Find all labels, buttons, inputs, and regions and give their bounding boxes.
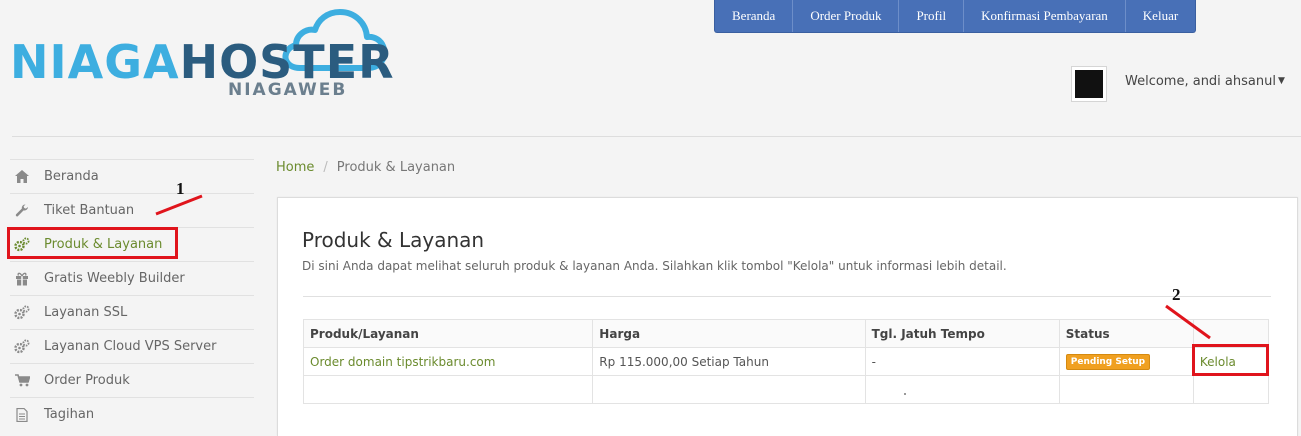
sidebar-item-label: Beranda <box>44 169 99 184</box>
header-divider <box>12 136 1301 137</box>
topnav-order-produk[interactable]: Order Produk <box>793 0 900 32</box>
price-cell: Rp 115.000,00 Setiap Tahun <box>592 347 866 376</box>
breadcrumb-separator: / <box>323 160 328 175</box>
welcome-text[interactable]: Welcome, andi ahsanul <box>1125 74 1276 89</box>
sidebar-item-label: Tiket Bantuan <box>44 203 135 218</box>
column-header-jatuh-tempo[interactable]: Tgl. Jatuh Tempo <box>864 319 1060 348</box>
due-date-cell: - <box>864 347 1060 376</box>
sidebar-item-layanan-ssl[interactable]: Layanan SSL <box>10 295 254 329</box>
gift-icon <box>14 271 30 287</box>
services-table: Produk/Layanan Harga Tgl. Jatuh Tempo St… <box>302 319 1270 404</box>
niagahoster-logo[interactable]: NIAGAHOSTER NIAGAWEB <box>10 8 394 108</box>
topnav-beranda[interactable]: Beranda <box>715 0 794 32</box>
topnav-keluar[interactable]: Keluar <box>1126 0 1195 32</box>
breadcrumb: Home / Produk & Layanan <box>276 160 455 175</box>
document-icon <box>14 407 30 423</box>
panel-divider <box>303 296 1271 297</box>
sidebar-item-order-produk[interactable]: Order Produk <box>10 363 254 397</box>
page-description: Di sini Anda dapat melihat seluruh produ… <box>302 259 1007 273</box>
sidebar-item-label: Order Produk <box>44 373 130 388</box>
sidebar-item-label: Layanan SSL <box>44 305 128 320</box>
sidebar-item-label: Layanan Cloud VPS Server <box>44 339 217 354</box>
caret-down-icon[interactable]: ▼ <box>1278 76 1285 86</box>
cart-icon <box>14 373 30 389</box>
table-header-row: Produk/Layanan Harga Tgl. Jatuh Tempo St… <box>302 319 1270 348</box>
logo-subtitle: NIAGAWEB <box>228 80 348 100</box>
table-row: Order domain tipstrikbaru.com Rp 115.000… <box>302 347 1270 376</box>
status-badge: Pending Setup <box>1065 354 1151 370</box>
annotation-highlight-box-2 <box>1192 344 1269 376</box>
page-title: Produk & Layanan <box>302 228 485 252</box>
annotation-number-2: 2 <box>1172 285 1181 304</box>
annotation-highlight-box-1 <box>7 227 178 259</box>
sidebar-item-layanan-cloud-vps[interactable]: Layanan Cloud VPS Server <box>10 329 254 363</box>
avatar-image <box>1075 70 1103 98</box>
empty-cell <box>1058 375 1194 404</box>
content-panel: Produk & Layanan Di sini Anda dapat meli… <box>277 197 1298 436</box>
top-navigation: Beranda Order Produk Profil Konfirmasi P… <box>714 0 1197 33</box>
breadcrumb-current: Produk & Layanan <box>336 160 456 175</box>
wrench-icon <box>14 203 30 219</box>
breadcrumb-home-link[interactable]: Home <box>276 160 314 175</box>
column-header-produk[interactable]: Produk/Layanan <box>302 319 594 348</box>
empty-cell <box>864 375 1060 404</box>
empty-cell <box>592 375 866 404</box>
sidebar-item-tiket-bantuan[interactable]: Tiket Bantuan <box>10 193 254 227</box>
gears-icon <box>14 305 30 321</box>
annotation-number-1: 1 <box>176 179 185 198</box>
status-cell: Pending Setup <box>1058 347 1194 376</box>
sidebar-menu: Beranda Tiket Bantuan Produk & Layanan G… <box>10 159 254 431</box>
annotation-arrow-2 <box>1165 304 1211 340</box>
home-icon <box>14 169 30 185</box>
sidebar-item-label: Tagihan <box>44 407 95 422</box>
empty-cell <box>1192 375 1270 404</box>
sidebar-item-beranda[interactable]: Beranda <box>10 159 254 193</box>
sidebar-item-label: Gratis Weebly Builder <box>44 271 185 286</box>
column-header-harga[interactable]: Harga <box>592 319 866 348</box>
topnav-profil[interactable]: Profil <box>899 0 965 32</box>
logo-niaga-text: NIAGA <box>10 35 180 89</box>
empty-cell <box>302 375 594 404</box>
gears-icon <box>14 339 30 355</box>
table-row-empty <box>302 375 1270 404</box>
product-link[interactable]: Order domain tipstrikbaru.com <box>310 355 495 369</box>
avatar[interactable] <box>1071 66 1107 102</box>
product-cell: Order domain tipstrikbaru.com <box>302 347 594 376</box>
stray-dot <box>904 393 906 395</box>
sidebar-item-tagihan[interactable]: Tagihan <box>10 397 254 431</box>
topnav-konfirmasi-pembayaran[interactable]: Konfirmasi Pembayaran <box>964 0 1126 32</box>
sidebar-item-gratis-weebly-builder[interactable]: Gratis Weebly Builder <box>10 261 254 295</box>
